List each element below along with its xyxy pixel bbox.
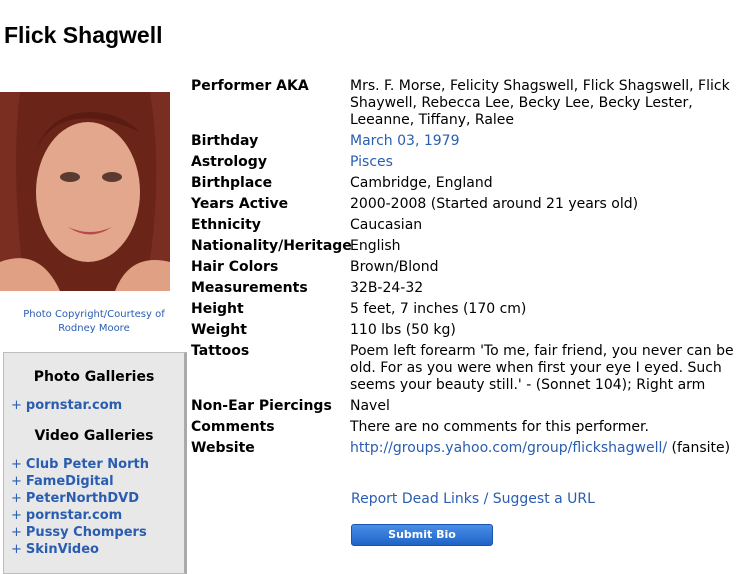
bio-row-birthday: Birthday March 03, 1979 bbox=[191, 133, 736, 150]
bio-label: Website bbox=[191, 440, 255, 456]
photo-galleries-heading: Photo Galleries bbox=[33, 369, 155, 385]
video-galleries-heading: Video Galleries bbox=[34, 428, 154, 444]
photo-gallery-link[interactable]: + pornstar.com bbox=[4, 397, 184, 414]
submit-bio-corrections-button[interactable]: Submit Bio Corrections bbox=[351, 524, 493, 561]
bio-row-weight: Weight 110 lbs (50 kg) bbox=[191, 322, 736, 339]
video-gallery-link[interactable]: + Club Peter North bbox=[4, 456, 184, 473]
bio-row-tattoos: Tattoos Poem left forearm 'To me, fair f… bbox=[191, 343, 736, 394]
bio-value: Brown/Blond bbox=[350, 259, 439, 275]
website-link[interactable]: http://groups.yahoo.com/group/flickshagw… bbox=[350, 440, 667, 456]
bio-row-piercings: Non-Ear Piercings Navel bbox=[191, 398, 736, 415]
bio-row-ethnicity: Ethnicity Caucasian bbox=[191, 217, 736, 234]
bio-row-comments: Comments There are no comments for this … bbox=[191, 419, 736, 436]
website-note: (fansite) bbox=[671, 440, 731, 456]
bio-row-aka: Performer AKA Mrs. F. Morse, Felicity Sh… bbox=[191, 78, 736, 129]
bio-value: Mrs. F. Morse, Felicity Shagswell, Flick… bbox=[350, 78, 730, 128]
bio-value: 110 lbs (50 kg) bbox=[350, 322, 456, 338]
bio-row-website: Website http://groups.yahoo.com/group/fl… bbox=[191, 440, 736, 457]
bio-table: Performer AKA Mrs. F. Morse, Felicity Sh… bbox=[191, 78, 736, 461]
bio-value: Caucasian bbox=[350, 217, 423, 233]
bio-row-height: Height 5 feet, 7 inches (170 cm) bbox=[191, 301, 736, 318]
bio-row-measurements: Measurements 32B-24-32 bbox=[191, 280, 736, 297]
galleries-sidebar: Photo Galleries + pornstar.com Video Gall… bbox=[3, 352, 187, 574]
page-title: Flick Shagwell bbox=[4, 22, 163, 48]
astrology-link[interactable]: Pisces bbox=[350, 154, 736, 171]
bio-value: There are no comments for this performer… bbox=[350, 419, 649, 435]
video-gallery-link[interactable]: + PeterNorthDVD bbox=[4, 490, 184, 507]
video-gallery-link[interactable]: + pornstar.com bbox=[4, 507, 184, 524]
bio-row-nationality: Nationality/Heritage English bbox=[191, 238, 736, 255]
bio-value: Navel bbox=[350, 398, 390, 414]
bio-label: Measurements bbox=[191, 280, 308, 296]
bio-value: http://groups.yahoo.com/group/flickshagw… bbox=[350, 440, 736, 457]
bio-label: Ethnicity bbox=[191, 217, 261, 233]
bio-label: Birthplace bbox=[191, 175, 273, 191]
bio-label: Performer AKA bbox=[191, 78, 309, 94]
bio-label: Weight bbox=[191, 322, 247, 338]
bio-value: 5 feet, 7 inches (170 cm) bbox=[350, 301, 527, 317]
bio-label: Height bbox=[191, 301, 244, 317]
bio-row-hair: Hair Colors Brown/Blond bbox=[191, 259, 736, 276]
bio-row-astrology: Astrology Pisces bbox=[191, 154, 736, 171]
video-gallery-link[interactable]: + FameDigital bbox=[4, 473, 184, 490]
bio-label: Non-Ear Piercings bbox=[191, 398, 332, 414]
bio-label: Years Active bbox=[191, 196, 289, 212]
bio-value: 32B-24-32 bbox=[350, 280, 424, 296]
bio-value: Cambridge, England bbox=[350, 175, 493, 191]
bio-value: English bbox=[350, 238, 401, 254]
bio-label: Comments bbox=[191, 419, 275, 435]
bio-row-years: Years Active 2000-2008 (Started around 2… bbox=[191, 196, 736, 213]
bio-value: 2000-2008 (Started around 21 years old) bbox=[350, 196, 639, 212]
video-gallery-link[interactable]: + SkinVideo bbox=[4, 541, 184, 558]
report-dead-links-link[interactable]: Report Dead Links / Suggest a URL bbox=[351, 491, 595, 507]
performer-photo bbox=[0, 92, 170, 291]
bio-label: Birthday bbox=[191, 133, 259, 149]
bio-label: Nationality/Heritage bbox=[191, 238, 352, 254]
bio-row-birthplace: Birthplace Cambridge, England bbox=[191, 175, 736, 192]
bio-label: Tattoos bbox=[191, 343, 250, 359]
bio-label: Hair Colors bbox=[191, 259, 279, 275]
video-gallery-link[interactable]: + Pussy Chompers bbox=[4, 524, 184, 541]
photo-caption[interactable]: Photo Copyright/Courtesy of Rodney Moore bbox=[12, 308, 176, 336]
bio-label: Astrology bbox=[191, 154, 267, 170]
bio-value: Poem left forearm 'To me, fair friend, y… bbox=[350, 343, 734, 393]
birthday-link[interactable]: March 03, 1979 bbox=[350, 133, 736, 150]
